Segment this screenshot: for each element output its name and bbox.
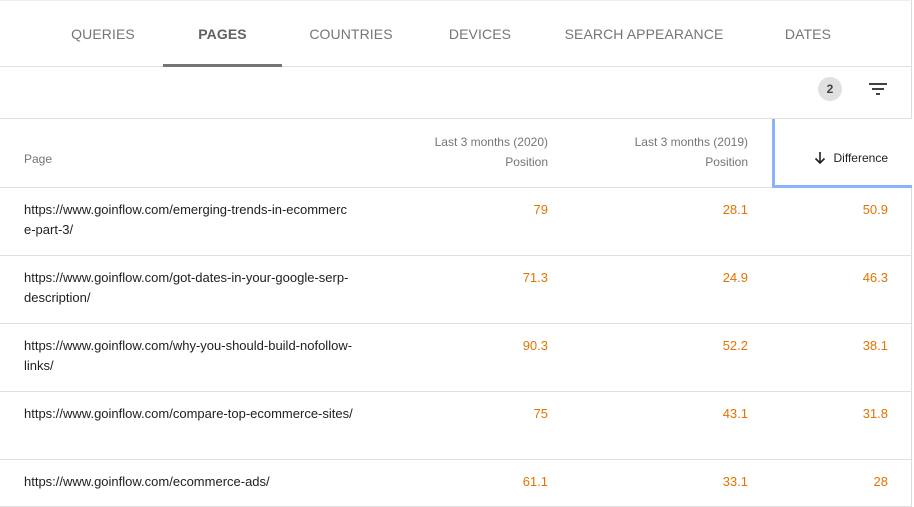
column-header-position-2019[interactable]: Last 3 months (2019) Position <box>635 132 748 172</box>
tab-devices[interactable]: DEVICES <box>430 1 530 66</box>
tab-dates[interactable]: DATES <box>758 1 858 66</box>
position-2019: 43.1 <box>722 406 748 421</box>
page-url[interactable]: https://www.goinflow.com/why-you-should-… <box>24 336 354 376</box>
table-toolbar: 2 <box>0 67 912 119</box>
position-2020: 90.3 <box>522 338 548 353</box>
page-url[interactable]: https://www.goinflow.com/ecommerce-ads/ <box>24 472 354 492</box>
page-url[interactable]: https://www.goinflow.com/compare-top-eco… <box>24 404 354 424</box>
column-header-difference-label: Difference <box>833 151 888 165</box>
position-2019: 24.9 <box>722 270 748 285</box>
column-header-period-2020: Last 3 months (2020) <box>434 135 548 149</box>
table-row[interactable]: https://www.goinflow.com/why-you-should-… <box>0 324 912 392</box>
position-2019: 28.1 <box>722 202 748 217</box>
dimension-tabs: QUERIES PAGES COUNTRIES DEVICES SEARCH A… <box>0 1 912 67</box>
column-header-metric-2020: Position <box>505 155 548 169</box>
position-2020: 71.3 <box>522 270 548 285</box>
performance-report-panel: QUERIES PAGES COUNTRIES DEVICES SEARCH A… <box>0 0 912 507</box>
page-url[interactable]: https://www.goinflow.com/emerging-trends… <box>24 200 354 240</box>
page-url[interactable]: https://www.goinflow.com/got-dates-in-yo… <box>24 268 354 308</box>
position-difference: 28 <box>873 474 888 489</box>
position-difference: 31.8 <box>862 406 888 421</box>
tab-queries[interactable]: QUERIES <box>53 1 153 66</box>
position-difference: 38.1 <box>862 338 888 353</box>
position-2020: 79 <box>533 202 548 217</box>
tab-countries[interactable]: COUNTRIES <box>296 1 406 66</box>
tab-search-appearance[interactable]: SEARCH APPEARANCE <box>554 1 734 66</box>
column-header-page[interactable]: Page <box>24 149 52 169</box>
position-difference: 46.3 <box>862 270 888 285</box>
position-2020: 75 <box>533 406 548 421</box>
position-2020: 61.1 <box>522 474 548 489</box>
table-header: Page Last 3 months (2020) Position Last … <box>0 119 912 188</box>
arrow-downward-icon <box>814 151 826 165</box>
position-2019: 33.1 <box>722 474 748 489</box>
table-row[interactable]: https://www.goinflow.com/emerging-trends… <box>0 188 912 256</box>
column-header-metric-2019: Position <box>705 155 748 169</box>
active-filter-count-badge: 2 <box>818 77 842 101</box>
table-row[interactable]: https://www.goinflow.com/got-dates-in-yo… <box>0 256 912 324</box>
position-2019: 52.2 <box>722 338 748 353</box>
tab-pages[interactable]: PAGES <box>163 1 282 67</box>
column-header-period-2019: Last 3 months (2019) <box>634 135 748 149</box>
column-header-position-2020[interactable]: Last 3 months (2020) Position <box>435 132 548 172</box>
position-difference: 50.9 <box>862 202 888 217</box>
column-header-difference[interactable]: Difference <box>772 119 912 188</box>
table-row[interactable]: https://www.goinflow.com/compare-top-eco… <box>0 392 912 460</box>
filter-list-icon[interactable] <box>866 79 890 99</box>
table-row[interactable]: https://www.goinflow.com/ecommerce-ads/ … <box>0 460 912 507</box>
